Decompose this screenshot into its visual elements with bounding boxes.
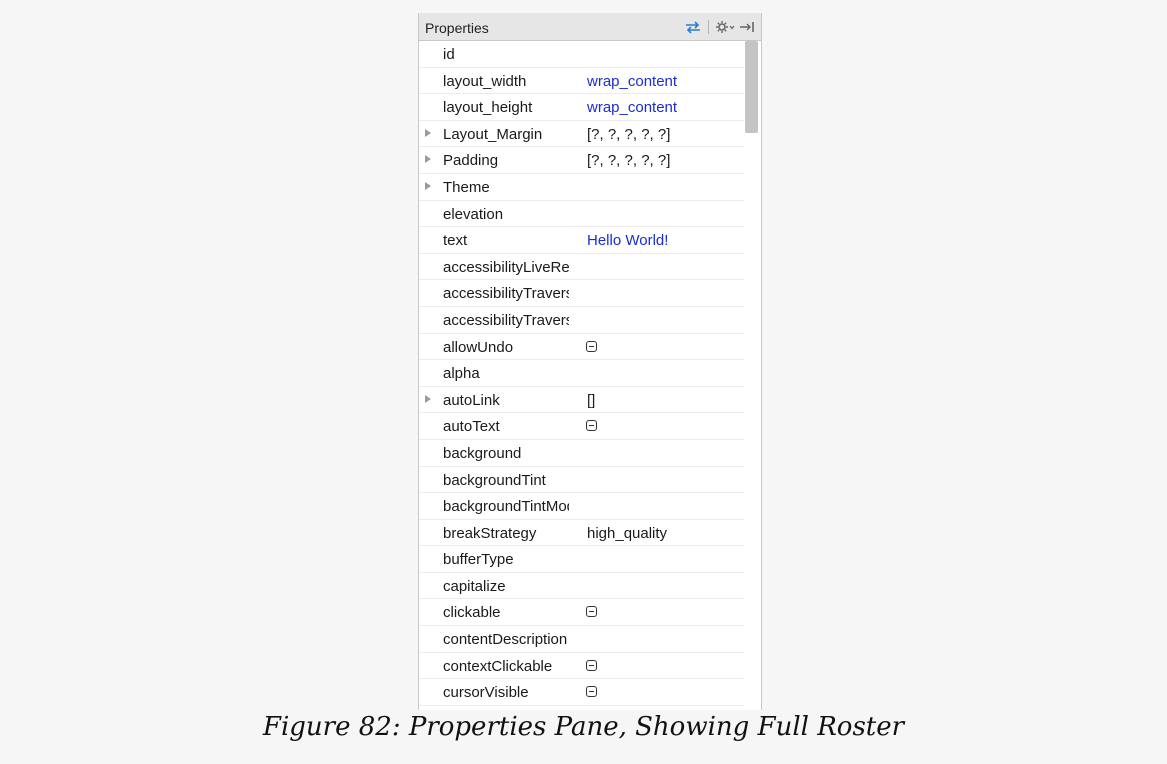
property-row[interactable]: capitalize [419, 573, 745, 600]
pin-to-edge-icon[interactable] [739, 19, 755, 35]
header-toolbar [684, 18, 755, 36]
property-name: accessibilityTraversalAfter [443, 285, 569, 303]
property-name: clickable [443, 604, 501, 622]
property-row[interactable]: id [419, 41, 745, 68]
panel-title: Properties [425, 20, 489, 36]
property-name: backgroundTintMode [443, 498, 569, 516]
property-checkbox[interactable] [586, 606, 597, 618]
expand-arrow-icon[interactable] [425, 128, 431, 137]
property-name: backgroundTint [443, 471, 546, 489]
property-row[interactable]: contentDescription [419, 626, 745, 653]
property-name: cursorVisible [443, 684, 529, 702]
property-name: capitalize [443, 577, 506, 595]
expand-arrow-icon[interactable] [425, 394, 431, 403]
property-row[interactable]: background [419, 440, 745, 467]
property-name: Padding [443, 152, 499, 170]
properties-panel: Properties id layout_width wrap_content … [418, 13, 762, 710]
property-row[interactable]: clickable [419, 599, 745, 627]
property-value[interactable]: [] [587, 392, 595, 409]
property-name: autoText [443, 418, 500, 436]
property-name: accessibilityTraversalBefore [443, 311, 569, 329]
property-name: allowUndo [443, 338, 514, 356]
property-name: background [443, 444, 522, 462]
figure-caption: Figure 82: Properties Pane, Showing Full… [262, 712, 905, 742]
property-name: layout_width [443, 72, 527, 90]
property-name: text [443, 232, 468, 250]
panel-header: Properties [419, 13, 761, 41]
scrollbar-thumb[interactable] [745, 41, 758, 133]
toolbar-separator [708, 20, 709, 34]
property-row[interactable]: Theme [419, 174, 745, 201]
property-checkbox[interactable] [586, 686, 597, 698]
expand-arrow-icon[interactable] [425, 155, 431, 164]
property-row[interactable]: autoText [419, 413, 745, 440]
property-row[interactable]: bufferType [419, 546, 745, 573]
property-row[interactable]: contextClickable [419, 653, 745, 680]
property-row[interactable]: cursorVisible [419, 679, 745, 706]
properties-list: id layout_width wrap_content layout_height w… [419, 41, 745, 706]
property-checkbox[interactable] [586, 659, 597, 671]
property-name: bufferType [443, 551, 514, 569]
property-row[interactable]: Layout_Margin [?, ?, ?, ?, ?] [419, 121, 745, 148]
property-name: contentDescription [443, 631, 568, 649]
property-value[interactable]: wrap_content [587, 99, 677, 116]
expand-arrow-icon[interactable] [425, 181, 431, 190]
property-name: breakStrategy [443, 524, 537, 542]
property-row[interactable]: accessibilityTraversalAfter [419, 280, 745, 307]
property-name: autoLink [443, 391, 500, 409]
property-row[interactable]: elevation [419, 201, 745, 228]
property-name: elevation [443, 205, 504, 223]
property-row[interactable]: layout_width wrap_content [419, 68, 745, 95]
property-row[interactable]: accessibilityTraversalBefore [419, 307, 745, 334]
swap-arrows-icon[interactable] [684, 19, 702, 35]
property-row[interactable]: accessibilityLiveRegion [419, 254, 745, 281]
property-name: contextClickable [443, 657, 553, 675]
property-name: accessibilityLiveRegion [443, 258, 569, 276]
property-value[interactable]: [?, ?, ?, ?, ?] [587, 152, 670, 169]
property-name: layout_height [443, 99, 533, 117]
property-row[interactable]: allowUndo [419, 334, 745, 361]
property-row[interactable]: Padding [?, ?, ?, ?, ?] [419, 147, 745, 174]
property-row[interactable]: backgroundTintMode [419, 493, 745, 520]
property-row[interactable]: autoLink [] [419, 387, 745, 414]
property-name: id [443, 46, 455, 63]
property-value[interactable]: wrap_content [587, 73, 677, 90]
property-name: Layout_Margin [443, 125, 543, 143]
property-row[interactable]: backgroundTint [419, 467, 745, 494]
gear-icon[interactable] [715, 19, 735, 35]
property-name: alpha [443, 365, 480, 383]
property-name: Theme [443, 178, 490, 196]
property-checkbox[interactable] [586, 340, 597, 352]
property-row[interactable]: alpha [419, 360, 745, 387]
property-value[interactable]: Hello World! [587, 232, 668, 249]
property-value[interactable]: high_quality [587, 525, 667, 542]
property-row[interactable]: layout_height wrap_content [419, 94, 745, 121]
vertical-scrollbar[interactable] [744, 41, 761, 710]
property-row[interactable]: breakStrategy high_quality [419, 520, 745, 547]
property-row[interactable]: text Hello World! [419, 227, 745, 254]
property-checkbox[interactable] [586, 420, 597, 432]
property-value[interactable]: [?, ?, ?, ?, ?] [587, 126, 670, 143]
